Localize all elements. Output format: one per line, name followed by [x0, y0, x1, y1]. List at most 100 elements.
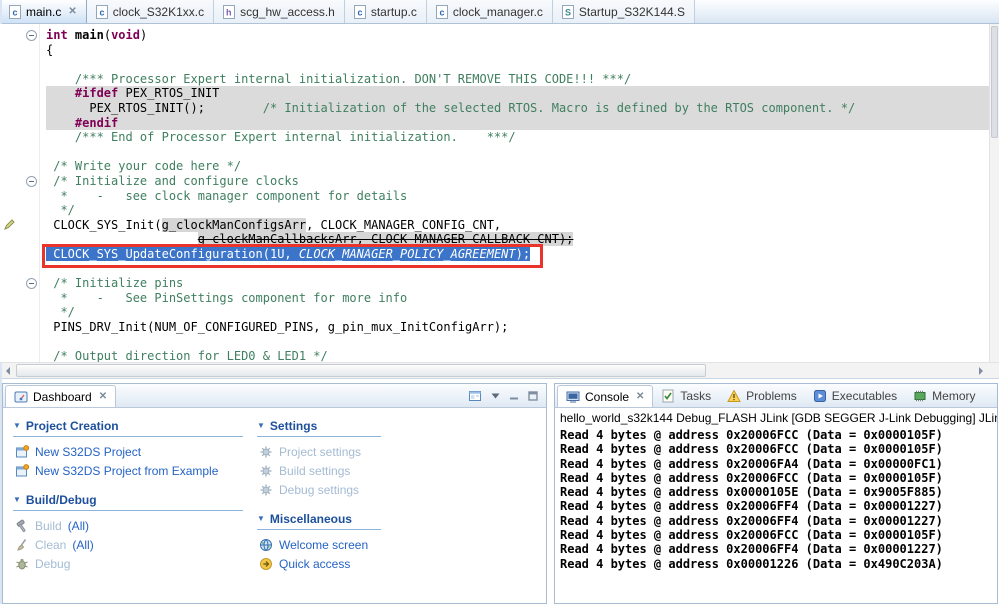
scroll-right-button[interactable] — [975, 365, 988, 377]
section-divider — [257, 529, 381, 530]
gutter-marker-icon — [3, 218, 16, 231]
editor-tab-scg-hw-access-h[interactable]: h scg_hw_access.h — [214, 0, 345, 23]
dashboard-section-project-creation[interactable]: ▼ Project Creation — [13, 418, 245, 433]
svg-text:S: S — [565, 7, 571, 17]
svg-text:c: c — [99, 7, 104, 17]
code-line-23[interactable]: /* Output direction for LED0 & LED1 */ — [46, 349, 989, 362]
dashboard-section-settings[interactable]: ▼ Settings — [257, 418, 546, 433]
dashboard-view: Dashboard ✕ ▼ Project Creation New S32DS P… — [2, 383, 547, 604]
left-arrow-icon — [2, 367, 10, 375]
minimize-icon[interactable] — [509, 391, 519, 401]
editor-tab-clock-s32k1xx-c[interactable]: c clock_S32K1xx.c — [86, 0, 215, 23]
console-view: Console ✕ Tasks Problems Executables Memory h… — [554, 383, 998, 604]
code-line-11[interactable]: /* Initialize and configure clocks — [46, 174, 989, 189]
s32ds-ide-window: c main.c ✕ c clock_S32K1xx.c h scg_hw_access.h… — [0, 0, 999, 604]
tab-dashboard[interactable]: Dashboard ✕ — [5, 385, 117, 407]
horizontal-scroll-thumb[interactable] — [16, 364, 706, 377]
close-console-icon[interactable]: ✕ — [636, 391, 644, 402]
console-icon — [566, 390, 580, 404]
problems-icon — [727, 389, 741, 403]
welcome-screen-link[interactable]: Welcome screen — [279, 538, 368, 552]
dashboard-header: Dashboard ✕ — [3, 384, 546, 408]
tab-tasks[interactable]: Tasks — [653, 385, 719, 407]
c-file-icon: c — [9, 4, 21, 19]
console-output[interactable]: Read 4 bytes @ address 0x20006FCC (Data … — [555, 426, 997, 571]
tab-label: Memory — [932, 389, 976, 403]
code-line-8[interactable]: /*** End of Processor Expert internal in… — [46, 130, 989, 145]
fold-collapse-icon[interactable] — [26, 30, 37, 41]
quick-access-link[interactable]: Quick access — [279, 557, 350, 571]
build-all-link[interactable]: (All) — [68, 519, 89, 533]
tab-label: Console — [585, 389, 630, 404]
collapse-triangle-icon: ▼ — [257, 514, 265, 523]
broom-icon — [15, 538, 29, 552]
section-divider — [257, 436, 381, 437]
dashboard-icon — [14, 390, 28, 404]
code-line-6[interactable]: PEX_RTOS_INIT(); /* Initialization of th… — [46, 100, 989, 116]
maximize-icon[interactable] — [528, 391, 538, 401]
project-settings-link: Project settings — [279, 444, 362, 459]
code-line-19[interactable]: * - See PinSettings component for more i… — [46, 291, 989, 306]
svg-text:c: c — [13, 7, 18, 17]
code-line-20[interactable]: */ — [46, 305, 989, 320]
code-line-4[interactable]: /*** Processor Expert internal initializ… — [46, 72, 989, 87]
new-s32ds-project-from-example-link[interactable]: New S32DS Project from Example — [35, 464, 218, 478]
close-view-icon[interactable]: ✕ — [99, 391, 107, 402]
dashboard-section-build-debug[interactable]: ▼ Build/Debug — [13, 492, 245, 507]
dashboard-item-clean: Clean (All) — [13, 535, 245, 554]
c-file-icon: c — [353, 4, 366, 19]
editor-tab-clock-manager-c[interactable]: c clock_manager.c — [426, 0, 553, 23]
code-text-area[interactable]: int main(void){ /*** Processor Expert in… — [0, 24, 989, 362]
code-line-2[interactable]: { — [46, 43, 989, 58]
view-menu-icon[interactable] — [491, 393, 500, 399]
editor-vertical-scrollbar[interactable] — [989, 24, 999, 362]
tab-console[interactable]: Console ✕ — [557, 385, 654, 407]
globe-icon — [259, 538, 273, 552]
editor-tab-startup-s32k144-s[interactable]: S Startup_S32K144.S — [552, 0, 695, 23]
svg-text:c: c — [439, 7, 444, 17]
code-line-7[interactable]: #endif — [46, 115, 989, 131]
editor-horizontal-scrollbar[interactable] — [0, 362, 999, 378]
editor-tab-label: scg_hw_access.h — [240, 4, 335, 19]
vertical-scroll-thumb[interactable] — [991, 26, 998, 138]
collapse-triangle-icon: ▼ — [257, 421, 265, 430]
code-line-14[interactable]: CLOCK_SYS_Init(g_clockManConfigsArr, CLO… — [46, 217, 989, 233]
editor-tab-bar: c main.c ✕ c clock_S32K1xx.c h scg_hw_access.h… — [0, 0, 999, 24]
code-line-5[interactable]: #ifdef PEX_RTOS_INIT — [46, 86, 989, 101]
open-dashboard-icon[interactable] — [468, 389, 482, 403]
code-line-10[interactable]: /* Write your code here */ — [46, 159, 989, 174]
editor-tab-main-c[interactable]: c main.c ✕ — [0, 0, 87, 23]
section-title: Project Creation — [25, 418, 119, 433]
code-line-3[interactable] — [46, 57, 989, 72]
dashboard-item-quick-access: Quick access — [257, 554, 546, 573]
console-line: Read 4 bytes @ address 0x20006FF4 (Data … — [560, 513, 943, 528]
new-project-icon — [15, 444, 29, 459]
asm-file-icon: S — [561, 4, 574, 19]
console-line: Read 4 bytes @ address 0x20006FF4 (Data … — [560, 542, 943, 557]
editor-tab-label: clock_manager.c — [452, 4, 543, 19]
section-divider — [13, 510, 243, 511]
dashboard-item-new-s32ds-project-from-example: New S32DS Project from Example — [13, 461, 245, 480]
new-s32ds-project-link[interactable]: New S32DS Project — [35, 445, 141, 459]
tab-memory[interactable]: Memory — [905, 385, 983, 407]
fold-collapse-icon[interactable] — [26, 176, 37, 187]
code-line-13[interactable]: */ — [46, 203, 989, 218]
clean-all-link[interactable]: (All) — [72, 538, 93, 552]
highlight-annotation-box — [42, 244, 543, 268]
scroll-left-button[interactable] — [1, 365, 14, 377]
dashboard-section-miscellaneous[interactable]: ▼ Miscellaneous — [257, 511, 546, 526]
console-title: hello_world_s32k144 Debug_FLASH JLink [G… — [560, 411, 997, 425]
console-line: Read 4 bytes @ address 0x00001226 (Data … — [560, 556, 943, 571]
code-line-1[interactable]: int main(void) — [46, 28, 989, 43]
editor-tab-startup-c[interactable]: c startup.c — [344, 0, 427, 23]
code-line-12[interactable]: * - see clock manager component for deta… — [46, 189, 989, 204]
tab-problems[interactable]: Problems — [719, 385, 805, 407]
code-line-9[interactable] — [46, 145, 989, 160]
code-line-22[interactable] — [46, 334, 989, 349]
debug-settings-link: Debug settings — [279, 482, 360, 497]
tab-executables[interactable]: Executables — [805, 385, 905, 407]
code-line-18[interactable]: /* Initialize pins — [46, 276, 989, 291]
dashboard-tab-label: Dashboard — [33, 389, 92, 404]
close-tab-icon[interactable]: ✕ — [68, 6, 76, 17]
code-line-21[interactable]: PINS_DRV_Init(NUM_OF_CONFIGURED_PINS, g_… — [46, 320, 989, 335]
